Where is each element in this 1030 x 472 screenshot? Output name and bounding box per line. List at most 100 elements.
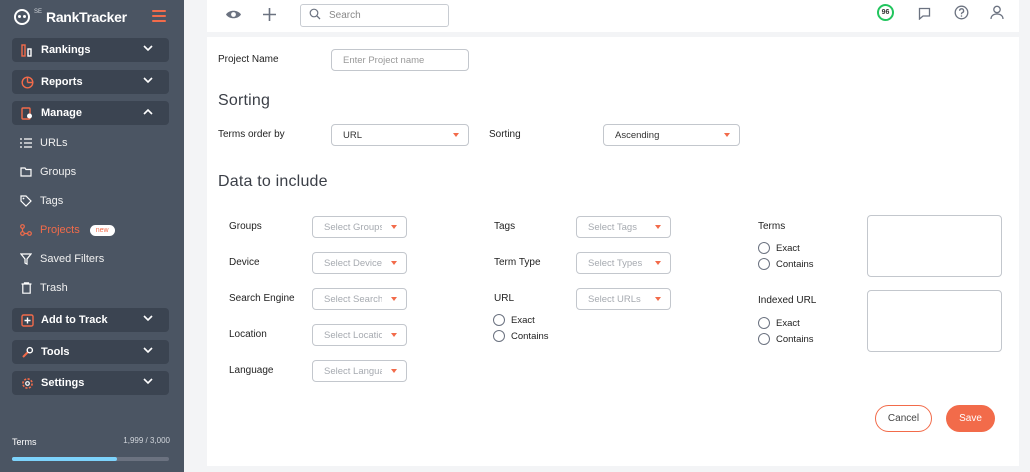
- app-logo[interactable]: SE RankTracker: [14, 6, 127, 28]
- search-engine-select[interactable]: Select Search Engines: [312, 288, 407, 310]
- hamburger-menu-icon[interactable]: [152, 10, 166, 22]
- sidebar-item-urls[interactable]: URLs: [20, 137, 68, 149]
- groups-select[interactable]: Select Groups: [312, 216, 407, 238]
- url-select[interactable]: Select URLs: [576, 288, 671, 310]
- url-placeholder: Select URLs: [588, 293, 641, 305]
- logo-name: RankTracker: [46, 9, 127, 25]
- radio-circle: [758, 242, 770, 254]
- location-select[interactable]: Select Locations: [312, 324, 407, 346]
- terms-usage-label: Terms: [12, 437, 37, 447]
- search-engine-placeholder: Select Search Engines: [324, 293, 382, 305]
- nav-tools[interactable]: Tools: [12, 340, 169, 364]
- language-select[interactable]: Select Languages: [312, 360, 407, 382]
- tags-select[interactable]: Select Tags: [576, 216, 671, 238]
- url-contains-radio[interactable]: Contains: [493, 330, 549, 342]
- folder-icon: [20, 166, 32, 178]
- help-icon[interactable]: [954, 5, 969, 20]
- chat-icon[interactable]: [918, 7, 931, 20]
- terms-textarea[interactable]: [867, 215, 1002, 277]
- sidebar-item-saved-filters-label: Saved Filters: [40, 253, 105, 265]
- terms-label: Terms: [758, 221, 786, 232]
- indexed-url-exact-radio[interactable]: Exact: [758, 317, 800, 329]
- sidebar-item-projects[interactable]: Projects new: [20, 224, 115, 236]
- plus-icon[interactable]: [262, 7, 277, 22]
- indexed-url-label: Indexed URL: [758, 295, 817, 306]
- radio-circle: [758, 258, 770, 270]
- nav-tools-label: Tools: [41, 346, 70, 358]
- project-name-input[interactable]: Enter Project name: [331, 49, 469, 71]
- sidebar-item-projects-label: Projects: [40, 224, 80, 236]
- tags-label: Tags: [494, 221, 516, 232]
- chevron-down-icon: [143, 76, 153, 87]
- tag-icon: [20, 195, 32, 207]
- caret-down-icon: [391, 225, 397, 229]
- score-badge[interactable]: 96: [877, 4, 894, 21]
- indexed-url-contains-label: Contains: [776, 333, 814, 345]
- url-exact-radio[interactable]: Exact: [493, 314, 535, 326]
- terms-exact-label: Exact: [776, 242, 800, 254]
- cancel-button[interactable]: Cancel: [875, 405, 932, 432]
- groups-placeholder: Select Groups: [324, 221, 382, 233]
- nav-add-to-track[interactable]: Add to Track: [12, 308, 169, 332]
- terms-contains-radio[interactable]: Contains: [758, 258, 814, 270]
- sidebar-item-trash-label: Trash: [40, 282, 68, 294]
- terms-order-select[interactable]: URL: [331, 124, 469, 146]
- nav-settings[interactable]: Settings: [12, 371, 169, 395]
- sidebar-item-groups[interactable]: Groups: [20, 166, 76, 178]
- chevron-down-icon: [143, 44, 153, 55]
- sidebar-item-tags[interactable]: Tags: [20, 195, 63, 207]
- radio-circle: [493, 330, 505, 342]
- bar-chart-icon: [20, 43, 34, 57]
- project-name-placeholder: Enter Project name: [343, 54, 425, 66]
- nav-reports[interactable]: Reports: [12, 70, 169, 94]
- trash-icon: [20, 282, 32, 294]
- search-input[interactable]: Search: [300, 4, 449, 27]
- indexed-url-exact-label: Exact: [776, 317, 800, 329]
- terms-order-label: Terms order by: [218, 129, 285, 140]
- sorting-heading: Sorting: [218, 92, 271, 109]
- nav-reports-label: Reports: [41, 76, 83, 88]
- data-to-include-heading: Data to include: [218, 173, 328, 190]
- sidebar-item-trash[interactable]: Trash: [20, 282, 68, 294]
- indexed-url-contains-radio[interactable]: Contains: [758, 333, 814, 345]
- sorting-select[interactable]: Ascending: [603, 124, 740, 146]
- caret-down-icon: [655, 297, 661, 301]
- url-label: URL: [494, 293, 515, 304]
- terms-usage-bar: [12, 457, 169, 461]
- location-label: Location: [229, 329, 267, 340]
- terms-exact-radio[interactable]: Exact: [758, 242, 800, 254]
- eye-icon[interactable]: [225, 9, 242, 20]
- tools-icon: [20, 345, 34, 359]
- indexed-url-textarea[interactable]: [867, 290, 1002, 352]
- list-icon: [20, 137, 32, 149]
- sidebar-item-urls-label: URLs: [40, 137, 68, 149]
- chevron-down-icon: [143, 377, 153, 388]
- language-placeholder: Select Languages: [324, 365, 382, 377]
- device-select[interactable]: Select Devices: [312, 252, 407, 274]
- save-button[interactable]: Save: [946, 405, 995, 432]
- tags-placeholder: Select Tags: [588, 221, 637, 233]
- manage-file-icon: [20, 106, 34, 120]
- sidebar-item-groups-label: Groups: [40, 166, 77, 178]
- caret-down-icon: [391, 297, 397, 301]
- caret-down-icon: [453, 133, 459, 137]
- search-placeholder: Search: [329, 10, 361, 21]
- sorting-label: Sorting: [489, 129, 521, 140]
- term-type-placeholder: Select Types: [588, 257, 643, 269]
- nav-rankings[interactable]: Rankings: [12, 38, 169, 62]
- chevron-down-icon: [143, 314, 153, 325]
- sidebar: SE RankTracker Rankings Reports Manage U…: [0, 0, 184, 472]
- sidebar-item-saved-filters[interactable]: Saved Filters: [20, 253, 104, 265]
- term-type-label: Term Type: [494, 257, 541, 268]
- nav-manage-label: Manage: [41, 107, 82, 119]
- terms-usage-fill: [12, 457, 117, 461]
- user-icon[interactable]: [990, 5, 1004, 20]
- terms-order-value: URL: [343, 129, 363, 141]
- term-type-select[interactable]: Select Types: [576, 252, 671, 274]
- groups-label: Groups: [229, 221, 262, 232]
- filter-icon: [20, 253, 32, 265]
- nav-add-to-track-label: Add to Track: [41, 314, 108, 326]
- nav-manage[interactable]: Manage: [12, 101, 169, 125]
- chevron-up-icon: [143, 107, 153, 118]
- sorting-value: Ascending: [615, 129, 660, 141]
